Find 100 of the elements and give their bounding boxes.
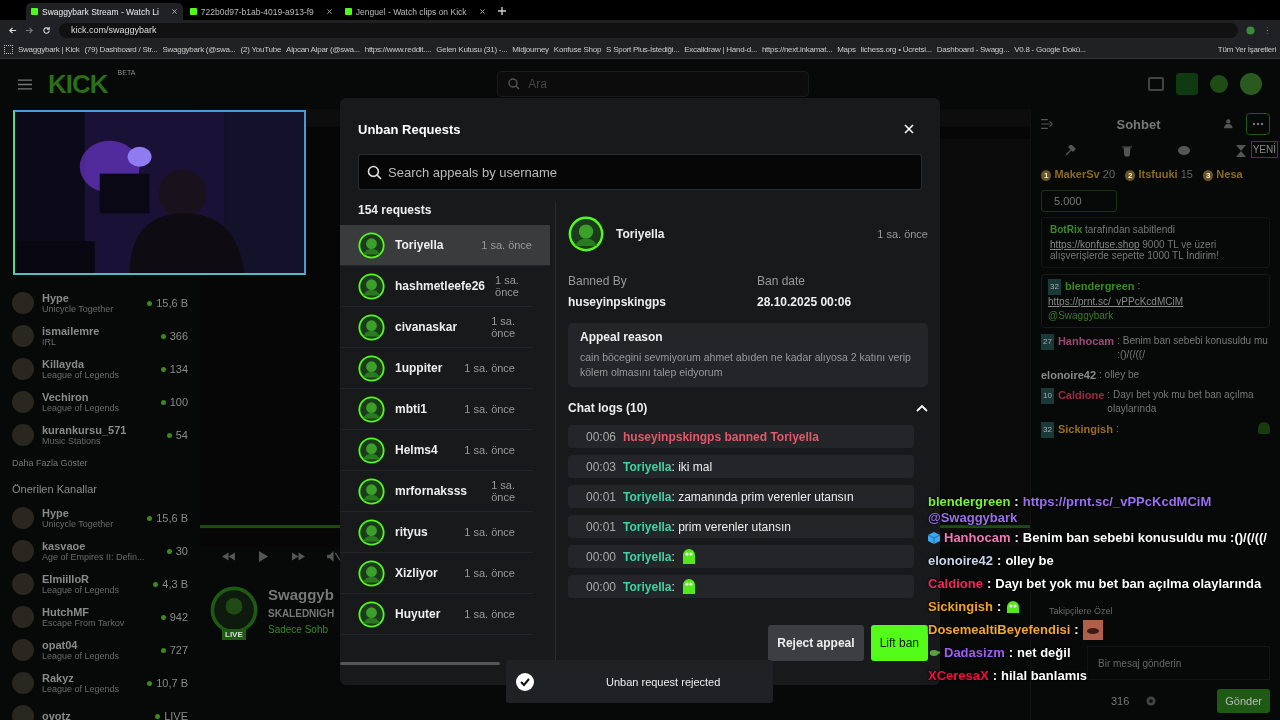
fast-forward-icon[interactable] <box>292 551 305 562</box>
username: DosemealtiBeyefendisi <box>928 621 1071 638</box>
settings-icon[interactable] <box>1145 695 1158 707</box>
request-item[interactable]: Helms4 1 sa. önce <box>340 430 533 471</box>
check-icon <box>516 672 534 691</box>
close-icon[interactable] <box>325 8 333 15</box>
modal-title: Unban Requests <box>358 121 461 137</box>
bookmark[interactable]: Gelen Kutusu (31) -... <box>436 44 508 54</box>
avatar <box>358 477 385 505</box>
request-item[interactable]: mrfornaksss 1 sa. önce <box>340 471 533 512</box>
bookmark[interactable]: Tüm Yer İşaretleri <box>1217 44 1276 54</box>
show-more-link[interactable]: Daha Fazla Göster <box>12 458 188 468</box>
field-label: Ban date <box>757 274 807 288</box>
menu-icon[interactable] <box>18 78 32 90</box>
bookmark[interactable]: Midjourney <box>512 44 549 54</box>
request-item[interactable]: Huyuter 1 sa. önce <box>340 594 533 635</box>
leaderboard-entry[interactable]: 2 Itsfuuki 15 <box>1125 168 1193 180</box>
channel-item[interactable]: opat04 League of Legends 727 <box>12 636 188 664</box>
points-count[interactable]: 316 <box>1111 695 1130 707</box>
avatar <box>358 518 385 546</box>
channel-item[interactable]: Hype Unicycle Together 15,6 B <box>12 289 188 317</box>
stream-category[interactable]: Sadece Sohb <box>268 624 335 635</box>
channel-name[interactable]: Swaggyb <box>268 586 335 603</box>
mention: @Swaggybark <box>1048 309 1115 323</box>
request-item[interactable]: mbti1 1 sa. önce <box>340 389 533 430</box>
channel-item[interactable]: kurankursu_571 Music Stations 54 <box>12 421 188 449</box>
avatar <box>358 395 385 423</box>
channel-item[interactable]: Rakyz League of Legends 10,7 B <box>12 669 188 697</box>
avatar[interactable] <box>1240 73 1262 95</box>
browser-tab[interactable]: Swaggybark Stream - Watch Li <box>26 3 183 20</box>
rewind-icon[interactable] <box>222 551 235 562</box>
mute-icon[interactable] <box>327 551 340 562</box>
close-icon[interactable] <box>478 8 486 15</box>
channel-item[interactable]: ElmiilloR League of Legends 4,3 B <box>12 570 188 598</box>
channel-item[interactable]: kasvaoe Age of Empires II: Defin... 30 <box>12 537 188 565</box>
username: Hanhocam <box>944 529 1011 546</box>
emote-icon <box>680 577 697 596</box>
username[interactable]: blendergreen <box>1064 279 1135 293</box>
bookmark[interactable]: https://next.inkamat... <box>761 44 833 54</box>
separator: : <box>997 552 1002 569</box>
username[interactable]: elonoire42 <box>1041 368 1097 382</box>
bookmark[interactable]: (2) YouTube <box>240 44 282 54</box>
bookmark[interactable]: (79) Dashboard / Str... <box>84 44 158 54</box>
hourglass-icon[interactable] <box>1235 145 1248 157</box>
bookmark[interactable]: lichess.org • Ücretsi... <box>860 44 932 54</box>
new-tab-icon[interactable] <box>496 6 507 16</box>
request-item[interactable]: rityus 1 sa. önce <box>340 512 533 553</box>
search-field[interactable]: Search appeals by username <box>358 154 922 190</box>
bookmark[interactable]: Excalidraw | Hand-d... <box>684 44 757 54</box>
request-item[interactable]: Toriyella 1 sa. önce <box>340 225 550 266</box>
bookmark[interactable]: Swaggybark (@swa... <box>162 44 236 54</box>
chat-bubble-icon[interactable] <box>1178 145 1191 157</box>
trash-icon[interactable] <box>1120 145 1133 157</box>
channel-item[interactable]: Hype Unicycle Together 15,6 B <box>12 504 188 532</box>
separator: : <box>986 575 992 592</box>
lift-ban-button[interactable]: Lift ban <box>870 625 928 661</box>
close-icon[interactable] <box>170 8 178 15</box>
bookmark[interactable]: Dashboard - Swagg... <box>936 44 1010 54</box>
channel-item[interactable]: ismailemre IRL 366 <box>12 322 188 350</box>
username[interactable]: Sickingish <box>1057 422 1113 436</box>
message-text: : Benim ban sebebi konusuldu mu :()/(/((/ <box>1117 334 1269 362</box>
play-icon[interactable] <box>257 551 270 562</box>
bookmark[interactable]: Alpcan Alpar (@swa... <box>286 44 360 54</box>
browser-tab[interactable]: Jenguel - Watch clips on Kick <box>339 3 491 20</box>
bookmark[interactable]: Maps <box>837 44 856 54</box>
reload-icon[interactable] <box>42 25 51 35</box>
back-icon[interactable] <box>8 25 17 35</box>
forward-icon[interactable] <box>25 25 34 35</box>
request-item[interactable]: 1uppiter 1 sa. önce <box>340 348 533 389</box>
channel-item[interactable]: Killayda League of Legends 134 <box>12 355 188 383</box>
field-value: huseyinpskingps <box>568 295 668 309</box>
bookmark[interactable]: S Sport Plus-İstediği... <box>606 44 680 54</box>
bookmark[interactable]: Konfuse Shop <box>553 44 602 54</box>
channel-item[interactable]: Vechiron League of Legends 100 <box>12 388 188 416</box>
chat-log-row: 00:00 Toriyella: <box>568 545 914 568</box>
request-item[interactable]: civanaskar 1 sa. önce <box>340 307 533 348</box>
send-button[interactable]: Gönder <box>1217 689 1270 713</box>
leaderboard-entry[interactable]: 1 MakerSv 20 <box>1041 168 1115 180</box>
search-icon <box>367 164 382 180</box>
profile-icon[interactable] <box>1246 25 1255 35</box>
caret-icon[interactable] <box>916 404 928 412</box>
level-badge: 32 <box>1041 422 1054 438</box>
request-item[interactable]: Xizliyor 1 sa. önce <box>340 553 533 594</box>
hammer-icon[interactable] <box>1063 145 1076 157</box>
apps-icon[interactable] <box>4 44 13 54</box>
more-button[interactable] <box>1246 113 1270 135</box>
reject-appeal-button[interactable]: Reject appeal <box>768 625 864 661</box>
collapse-icon[interactable] <box>1041 118 1053 130</box>
bookmark[interactable]: V0.8 - Google Dokü... <box>1014 44 1086 54</box>
bookmark[interactable]: Swaggybark | Kick <box>18 44 80 54</box>
gift-goal[interactable]: 5.000 <box>1041 190 1117 212</box>
channel-item[interactable]: HutchMF Escape From Tarkov 942 <box>12 603 188 631</box>
link[interactable]: https://prnt.sc/_vPPcKcdMCiM <box>1048 295 1263 309</box>
message-field[interactable]: Bir mesaj gönderin <box>1087 646 1270 680</box>
channel-item[interactable]: ovotz LIVE <box>12 702 188 720</box>
address-field[interactable]: kick.com/swaggybark <box>59 22 1238 38</box>
scrollbar[interactable] <box>340 662 500 665</box>
browser-tab[interactable]: 722b0d97-b1ab-4019-a913-f9 <box>184 3 338 20</box>
bookmark[interactable]: https://www.reddit.... <box>364 44 432 54</box>
leaderboard-entry[interactable]: 3 Nesa <box>1202 168 1243 180</box>
